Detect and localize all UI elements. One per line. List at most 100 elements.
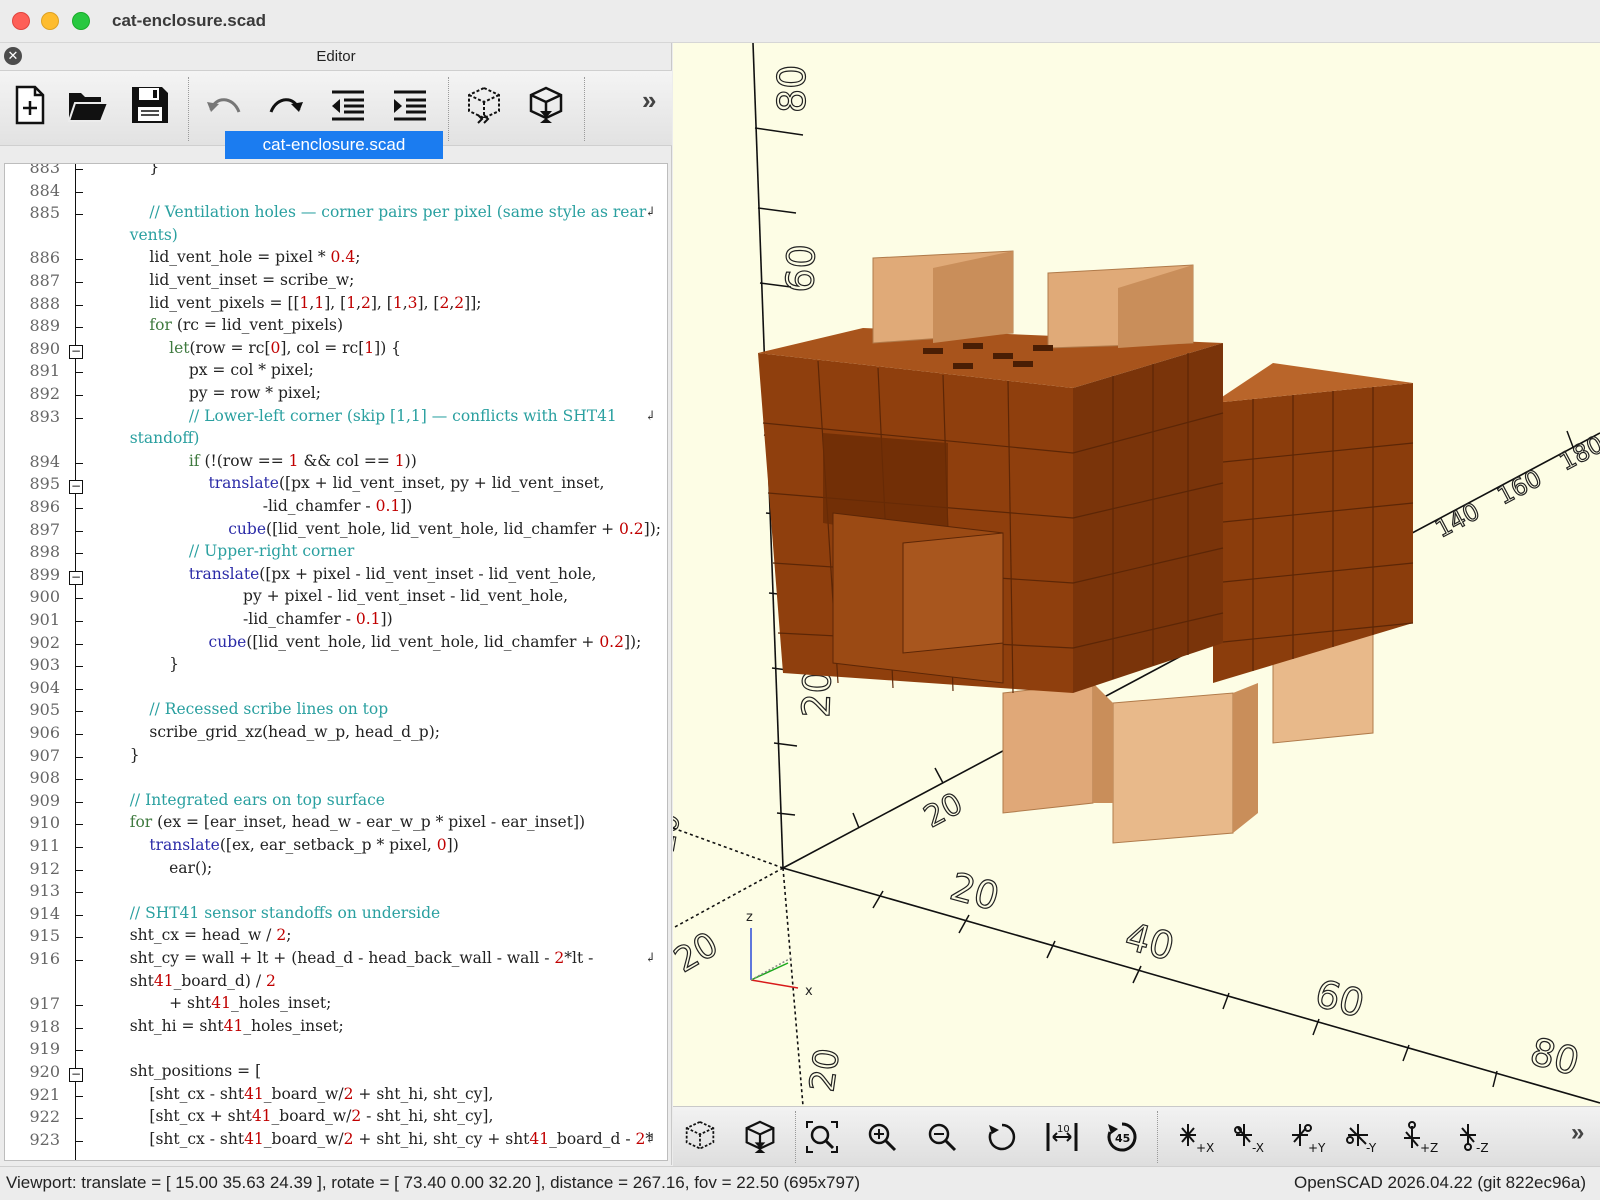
view-minus-z-icon[interactable]: -Z [1453, 1115, 1499, 1159]
code-text: vents) [110, 225, 178, 244]
line-number: 910 [29, 813, 60, 833]
line-number: 891 [29, 361, 60, 381]
view-plus-z-icon[interactable]: +Z [1397, 1115, 1443, 1159]
code-text: ear(); [110, 858, 213, 877]
code-text: // Integrated ears on top surface [110, 790, 385, 809]
fold-toggle-icon[interactable]: − [69, 1068, 83, 1082]
editor-pane: ✕ Editor » cat-enclosure.scad 883} 884 … [0, 43, 672, 1165]
window-minimize-button[interactable] [41, 12, 59, 30]
view-toolbar: 10 45 +X -X +Y -Y +Z -Z » [673, 1106, 1600, 1166]
code-line: 898 // Upper-right corner [5, 542, 667, 565]
mini-axis-x: x [805, 984, 813, 999]
code-text: // Upper-right corner [110, 542, 355, 561]
wrap-indicator-icon: ↲ [645, 408, 656, 424]
code-line: 893 // Lower-left corner (skip [1,1] — c… [5, 406, 667, 430]
line-number: 883 [29, 163, 60, 177]
code-line: 897 cube([lid_vent_hole, lid_vent_hole, … [5, 519, 667, 543]
code-text: px = col * pixel; [110, 361, 314, 380]
file-tab[interactable]: cat-enclosure.scad [225, 131, 443, 159]
redo-icon[interactable] [262, 79, 310, 131]
code-text: // SHT41 sensor standoffs on underside [110, 903, 441, 922]
code-text: cube([lid_vent_hole, lid_vent_hole, lid_… [228, 519, 661, 538]
new-file-icon[interactable] [6, 79, 54, 131]
code-text: sht_positions = [ [110, 1062, 262, 1080]
render-icon[interactable] [522, 79, 570, 131]
code-line: 902 cube([lid_vent_hole, lid_vent_hole, … [5, 632, 667, 656]
code-line: 895− translate([px + lid_vent_inset, py … [5, 474, 667, 497]
window-title: cat-enclosure.scad [112, 11, 267, 30]
line-number: 912 [29, 858, 60, 878]
preview-icon[interactable] [677, 1115, 723, 1159]
code-text: for (ex = [ear_inset, head_w - ear_w_p *… [129, 813, 586, 832]
line-number: 914 [29, 903, 60, 923]
render-icon[interactable] [737, 1115, 783, 1159]
code-line: 887 lid_vent_inset = scribe_w; [5, 271, 667, 294]
zoom-out-icon[interactable] [919, 1115, 965, 1159]
svg-text:+Y: +Y [1308, 1141, 1326, 1154]
window-zoom-button[interactable] [72, 12, 90, 30]
code-line: 910 for (ex = [ear_inset, head_w - ear_w… [5, 813, 667, 836]
svg-text:+Z: +Z [1420, 1141, 1438, 1154]
z-label-80: 80 [770, 65, 814, 113]
view-minus-x-icon[interactable]: -X [1229, 1115, 1275, 1159]
code-text: scribe_grid_xz(head_w_p, head_d_p); [110, 723, 440, 741]
code-text: } [110, 163, 160, 176]
window-close-button[interactable] [12, 12, 30, 30]
toolbar-more-icon[interactable]: » [642, 85, 656, 116]
view-toolbar-more-icon[interactable]: » [1571, 1119, 1584, 1147]
code-text: translate([px + lid_vent_inset, py + lid… [208, 474, 605, 493]
code-text: for (rc = lid_vent_pixels) [149, 316, 344, 335]
code-text: [sht_cx - sht41_board_w/2 + sht_hi, sht_… [110, 1084, 494, 1103]
fold-toggle-icon[interactable]: − [69, 570, 83, 585]
perspective-icon[interactable]: 10 [1039, 1115, 1085, 1159]
line-number: 917 [29, 994, 60, 1014]
code-line: 921 [sht_cx - sht41_board_w/2 + sht_hi, … [5, 1084, 667, 1108]
code-line: 916 sht_cy = wall + lt + (head_d - head_… [5, 949, 667, 972]
code-line: 886 lid_vent_hole = pixel * 0.4; [5, 248, 667, 271]
3d-viewport[interactable]: 80 60 40 20 20 40 60 80 20 140 160 180 2… [673, 43, 1600, 1106]
code-line: 905 // Recessed scribe lines on top [5, 700, 667, 723]
code-editor[interactable]: 883 } 884 885 // Ventilation holes — corne… [4, 163, 668, 1161]
line-number: 893 [29, 406, 60, 426]
code-line: 912 ear(); [5, 858, 667, 882]
line-number: 909 [29, 790, 60, 810]
orthogonal-icon[interactable]: 45 [1099, 1115, 1145, 1159]
code-text: cube([lid_vent_hole, lid_vent_hole, lid_… [208, 632, 642, 651]
code-line: 883 } [5, 163, 667, 181]
x-label-40: 40 [1121, 914, 1179, 969]
code-text: } [110, 745, 140, 764]
line-number: 918 [29, 1016, 60, 1036]
fold-toggle-icon[interactable]: − [69, 344, 83, 359]
line-number: 905 [29, 700, 60, 720]
zoom-in-icon[interactable] [859, 1115, 905, 1159]
view-minus-y-icon[interactable]: -Y [1341, 1115, 1387, 1159]
preview-icon[interactable] [460, 79, 508, 131]
editor-title: Editor [316, 48, 356, 65]
code-text: lid_vent_pixels = [[1,1], [1,2], [1,3], … [110, 293, 482, 312]
reset-view-icon[interactable] [979, 1115, 1025, 1159]
indent-icon[interactable] [386, 79, 434, 131]
code-text: py + pixel - lid_vent_inset - lid_vent_h… [110, 587, 569, 606]
line-number: 916 [29, 949, 60, 968]
code-text: -lid_chamfer - 0.1]) [110, 497, 413, 515]
view-plus-x-icon[interactable]: +X [1173, 1115, 1219, 1159]
code-line: 913 [5, 881, 667, 904]
undo-icon[interactable] [200, 79, 248, 131]
code-text: // Recessed scribe lines on top [110, 700, 389, 719]
open-file-icon[interactable] [64, 79, 112, 131]
line-number: 911 [29, 836, 60, 855]
unindent-icon[interactable] [324, 79, 372, 131]
fold-toggle-icon[interactable]: − [69, 480, 83, 495]
line-number: 908 [29, 768, 60, 788]
code-line: 892 py = row * pixel; [5, 384, 667, 407]
x-label-60: 60 [1311, 971, 1369, 1026]
view-plus-y-icon[interactable]: +Y [1285, 1115, 1331, 1159]
code-line: 911 translate([ex, ear_setback_p * pixel… [5, 836, 667, 859]
save-file-icon[interactable] [126, 79, 174, 131]
code-text: + sht41_holes_inset; [110, 994, 332, 1013]
view-all-icon[interactable] [799, 1115, 845, 1159]
code-line: 891 px = col * pixel; [5, 361, 667, 384]
line-number: 904 [29, 677, 60, 697]
editor-header: ✕ Editor [0, 43, 672, 69]
code-line: 889 for (rc = lid_vent_pixels) [5, 316, 667, 339]
